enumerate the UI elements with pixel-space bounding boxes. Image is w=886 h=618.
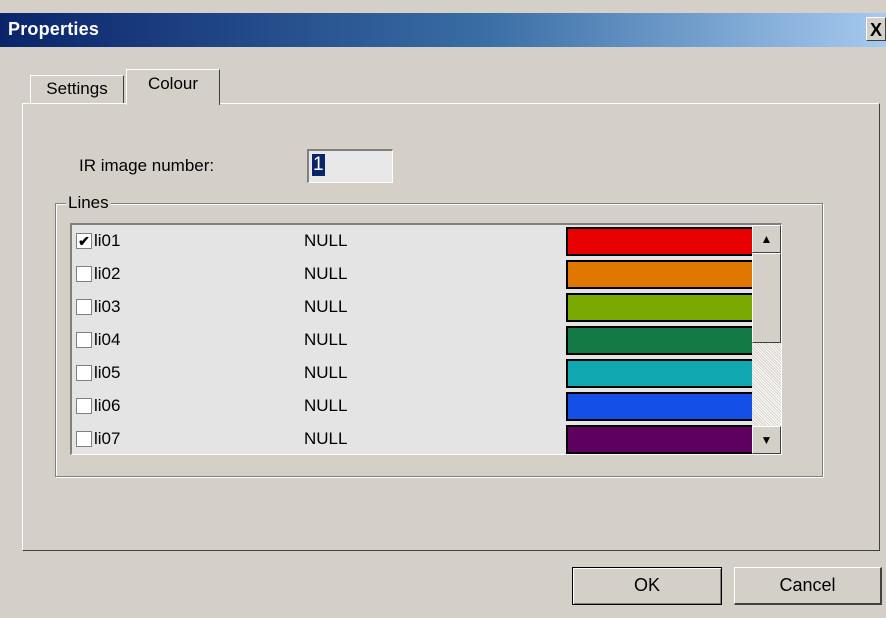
scroll-thumb[interactable]: [752, 253, 781, 343]
checkbox[interactable]: [76, 299, 92, 315]
checkbox[interactable]: [76, 431, 92, 447]
list-item[interactable]: li07 NULL: [72, 423, 762, 454]
checked-checkbox[interactable]: ✔: [76, 233, 92, 249]
ir-image-number-input[interactable]: 1: [307, 149, 393, 183]
list-item[interactable]: li02 NULL: [72, 258, 762, 291]
lines-list[interactable]: ✔ li01 NULL li02 NULL li03 NULL li04 NULL li05 NUL…: [70, 223, 782, 455]
line-colour-swatch[interactable]: [566, 260, 762, 289]
cancel-button[interactable]: Cancel: [734, 567, 882, 605]
line-name: li02: [94, 264, 121, 283]
dialog-client: Settings Colour IR image number: 1 Lines…: [0, 47, 886, 618]
list-item[interactable]: ✔ li01 NULL: [72, 225, 762, 258]
line-colour-swatch[interactable]: [566, 227, 762, 256]
lines-groupbox: Lines ✔ li01 NULL li02 NULL li03 NULL li04 NULL l…: [55, 193, 823, 477]
ir-image-number-value: 1: [312, 154, 325, 176]
properties-dialog: Properties X Settings Colour IR image nu…: [0, 0, 886, 618]
checkbox[interactable]: [76, 332, 92, 348]
line-value: NULL: [304, 330, 348, 349]
line-name: li06: [94, 396, 121, 415]
list-item[interactable]: li04 NULL: [72, 324, 762, 357]
title-bar[interactable]: Properties X: [0, 13, 886, 47]
line-name: li07: [94, 429, 121, 448]
line-name: li05: [94, 363, 121, 382]
list-item[interactable]: li06 NULL: [72, 390, 762, 423]
line-name: li04: [94, 330, 121, 349]
line-colour-swatch[interactable]: [566, 326, 762, 355]
line-value: NULL: [304, 429, 348, 448]
line-name: li01: [94, 231, 121, 250]
tab-colour-label: Colour: [147, 74, 199, 93]
lines-group-label: Lines: [66, 193, 111, 213]
tab-colour[interactable]: Colour: [126, 69, 220, 107]
line-colour-swatch[interactable]: [566, 425, 762, 454]
list-item[interactable]: li03 NULL: [72, 291, 762, 324]
ok-button[interactable]: OK: [572, 567, 722, 605]
checkbox[interactable]: [76, 365, 92, 381]
checkbox[interactable]: [76, 398, 92, 414]
line-colour-swatch[interactable]: [566, 293, 762, 322]
scroll-up-button[interactable]: ▲: [752, 225, 781, 253]
checkbox[interactable]: [76, 266, 92, 282]
line-colour-swatch[interactable]: [566, 359, 762, 388]
line-value: NULL: [304, 264, 348, 283]
line-value: NULL: [304, 396, 348, 415]
tab-settings-label: Settings: [46, 79, 108, 98]
colour-tab-panel: IR image number: 1 Lines ✔ li01 NULL li02 NU…: [22, 103, 880, 551]
tab-settings[interactable]: Settings: [30, 75, 124, 103]
arrow-up-icon: ▲: [760, 232, 773, 246]
close-button[interactable]: X: [866, 17, 886, 41]
line-value: NULL: [304, 297, 348, 316]
arrow-down-icon: ▼: [760, 433, 773, 447]
dialog-title: Properties: [8, 19, 100, 39]
vertical-scrollbar[interactable]: ▲ ▼: [752, 225, 781, 454]
ir-image-number-label: IR image number:: [79, 156, 215, 175]
scroll-down-button[interactable]: ▼: [752, 426, 781, 454]
list-item[interactable]: li05 NULL: [72, 357, 762, 390]
line-colour-swatch[interactable]: [566, 392, 762, 421]
line-value: NULL: [304, 363, 348, 382]
line-name: li03: [94, 297, 121, 316]
line-value: NULL: [304, 231, 348, 250]
close-icon: X: [869, 20, 882, 40]
